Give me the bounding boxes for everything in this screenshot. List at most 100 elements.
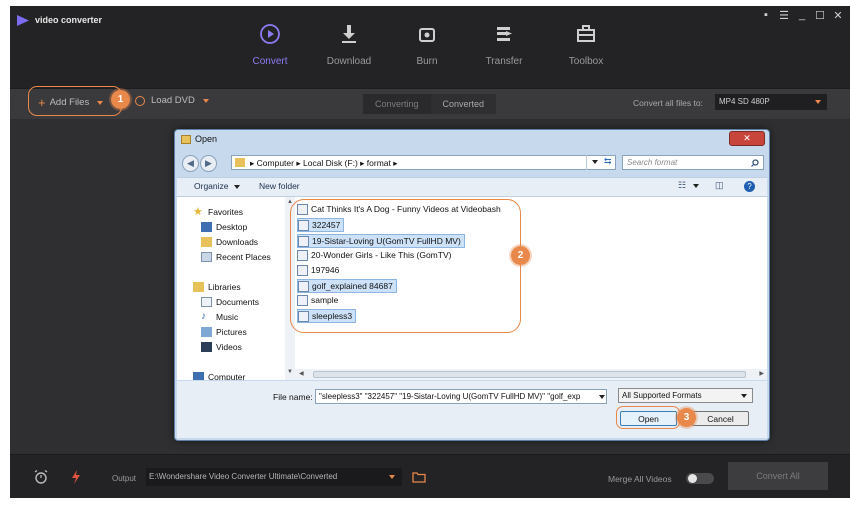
- close-icon[interactable]: ✕: [832, 9, 844, 22]
- search-icon: [751, 159, 759, 167]
- dialog-close-button[interactable]: ✕: [729, 131, 765, 146]
- new-folder-button[interactable]: New folder: [259, 181, 300, 191]
- menu-icon[interactable]: ☰: [778, 9, 790, 22]
- feedback-icon[interactable]: ▪: [760, 9, 772, 22]
- lightning-icon[interactable]: [68, 469, 84, 485]
- nav-downloads[interactable]: Downloads: [201, 237, 258, 247]
- nav-computer[interactable]: Computer: [193, 372, 245, 380]
- folder-icon: [181, 135, 191, 144]
- back-arrow-icon[interactable]: ◀: [182, 155, 199, 172]
- file-name-input[interactable]: "sleepless3" "322457" "19-Sistar-Loving …: [315, 389, 607, 404]
- nav-libraries[interactable]: Libraries: [193, 282, 241, 292]
- organize-button[interactable]: Organize: [194, 181, 240, 191]
- search-placeholder: Search format: [627, 158, 678, 167]
- tab-burn[interactable]: Burn: [392, 22, 462, 67]
- callout-file-selection: [290, 199, 521, 333]
- nav-music[interactable]: ♪ Music: [201, 311, 238, 323]
- app-logo-icon: [17, 14, 29, 26]
- scroll-down-icon[interactable]: ▼: [287, 369, 293, 375]
- file-name-dropdown-icon[interactable]: [599, 395, 605, 399]
- callout-badge-3: 3: [677, 408, 696, 427]
- organize-label: Organize: [194, 181, 229, 191]
- refresh-icon[interactable]: ⇆: [604, 156, 612, 167]
- address-dropdown-icon[interactable]: [592, 160, 598, 164]
- chevron-down-icon: [389, 475, 395, 479]
- forward-arrow-icon[interactable]: ▶: [200, 155, 217, 172]
- callout-open-button: [616, 406, 680, 429]
- chevron-down-icon: [815, 100, 821, 104]
- dialog-navigation-row: ◀ ▶ ▸ Computer ▸ Local Disk (F:) ▸ forma…: [180, 154, 764, 174]
- maximize-icon[interactable]: ☐: [814, 9, 826, 22]
- alarm-clock-icon[interactable]: [33, 469, 49, 485]
- nav-documents[interactable]: Documents: [201, 297, 259, 307]
- nav-pictures[interactable]: Pictures: [201, 327, 247, 337]
- view-options-icon[interactable]: ☷: [678, 180, 699, 191]
- nav-favorites[interactable]: ★ Favorites: [193, 206, 243, 218]
- toolbar: + Add Files Load DVD Converting Converte…: [10, 88, 850, 119]
- app-title: video converter: [35, 15, 103, 25]
- convert-all-to-label: Convert all files to:: [633, 98, 703, 108]
- nav-desktop[interactable]: Desktop: [201, 222, 247, 232]
- minimize-icon[interactable]: _: [796, 9, 808, 22]
- window-controls: ▪ ☰ _ ☐ ✕: [760, 9, 844, 22]
- chevron-down-icon: [741, 394, 747, 398]
- callout-add-files: [28, 86, 122, 116]
- folder-icon: [235, 158, 245, 167]
- pictures-icon: [201, 327, 212, 337]
- folder-icon[interactable]: [412, 471, 426, 483]
- tab-converted[interactable]: Converted: [430, 94, 497, 114]
- libraries-icon: [193, 282, 204, 292]
- tab-toolbox-label: Toolbox: [568, 56, 604, 67]
- output-format-value: MP4 SD 480P: [719, 97, 770, 106]
- downloads-folder-icon: [201, 237, 212, 247]
- tab-download[interactable]: Download: [314, 22, 384, 67]
- output-format-select[interactable]: MP4 SD 480P: [715, 94, 827, 110]
- command-bar: Organize New folder ☷ ◫ ?: [177, 177, 767, 197]
- download-icon: [342, 25, 356, 43]
- output-path-select[interactable]: E:\Wondershare Video Converter Ultimate\…: [146, 468, 402, 486]
- desktop-icon: [201, 222, 212, 232]
- dialog-title: Open: [195, 134, 218, 144]
- breadcrumb-format[interactable]: format: [367, 158, 391, 168]
- address-bar[interactable]: ▸ Computer ▸ Local Disk (F:) ▸ format ▸: [231, 155, 616, 170]
- music-icon: ♪: [201, 311, 206, 322]
- navigation-pane: ★ Favorites Desktop Downloads Recent Plac…: [177, 197, 286, 380]
- tab-convert[interactable]: Convert: [235, 22, 305, 67]
- file-list-horizontal-scrollbar[interactable]: ◀ ▶: [295, 369, 767, 380]
- output-path-value: E:\Wondershare Video Converter Ultimate\…: [149, 472, 338, 481]
- tab-toolbox[interactable]: Toolbox: [551, 22, 621, 67]
- dvd-icon: [135, 95, 145, 106]
- tab-burn-label: Burn: [416, 56, 438, 67]
- recent-places-icon: [201, 252, 212, 262]
- search-input[interactable]: Search format: [622, 155, 764, 170]
- load-dvd-button[interactable]: Load DVD: [135, 95, 209, 106]
- status-segmented-control: Converting Converted: [363, 94, 497, 114]
- star-icon: ★: [193, 206, 203, 218]
- computer-icon: [193, 372, 204, 380]
- toggle-knob: [688, 474, 697, 483]
- brand: video converter: [17, 12, 102, 28]
- nav-videos[interactable]: Videos: [201, 342, 242, 352]
- tab-transfer-label: Transfer: [485, 56, 523, 67]
- scroll-thumb[interactable]: [313, 371, 746, 378]
- convert-all-button[interactable]: Convert All: [728, 462, 828, 490]
- address-controls: ⇆: [586, 155, 618, 170]
- cancel-button[interactable]: Cancel: [692, 411, 749, 426]
- nav-recent-places[interactable]: Recent Places: [201, 252, 271, 262]
- file-type-select[interactable]: All Supported Formats: [618, 388, 753, 403]
- scroll-left-icon[interactable]: ◀: [299, 370, 304, 377]
- load-dvd-dropdown-icon[interactable]: [202, 98, 209, 103]
- breadcrumb-computer[interactable]: Computer: [257, 158, 294, 168]
- bottom-bar: Output E:\Wondershare Video Converter Ul…: [10, 454, 850, 498]
- help-icon[interactable]: ?: [744, 181, 755, 192]
- breadcrumb-local-disk[interactable]: Local Disk (F:): [303, 158, 358, 168]
- merge-toggle[interactable]: [686, 473, 714, 484]
- callout-badge-2: 2: [511, 246, 530, 265]
- tab-transfer[interactable]: Transfer: [469, 22, 539, 67]
- tab-convert-label: Convert: [252, 56, 288, 67]
- preview-pane-icon[interactable]: ◫: [715, 180, 724, 191]
- burn-icon: [419, 28, 435, 42]
- scroll-right-icon[interactable]: ▶: [759, 370, 764, 377]
- tab-converting[interactable]: Converting: [363, 94, 431, 114]
- output-label: Output: [112, 474, 137, 483]
